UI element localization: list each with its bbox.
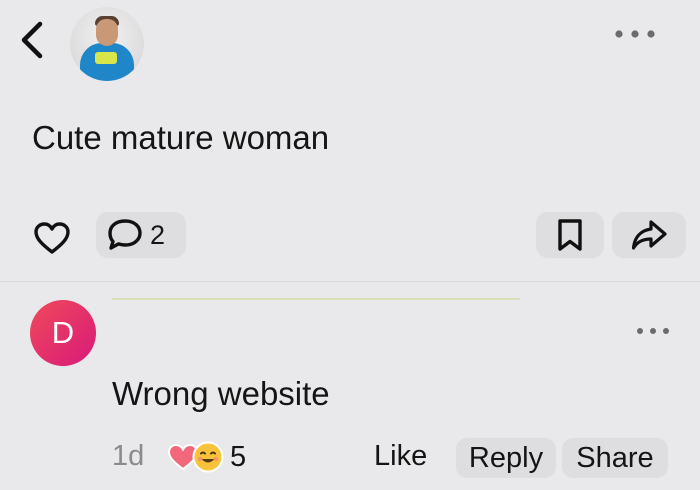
like-post-button[interactable] [32,218,72,258]
smile-emoji-icon [192,441,224,473]
section-divider [0,281,700,282]
more-horizontal-icon [615,30,655,38]
reaction-summary[interactable]: 5 [166,438,246,476]
commenter-avatar[interactable]: D [30,300,96,366]
post-text: Cute mature woman [32,119,330,156]
comment-more-button[interactable] [628,318,678,344]
heart-outline-icon [34,222,70,254]
chevron-left-icon [21,21,43,59]
reaction-count: 5 [230,440,247,473]
comment-timestamp: 1d [112,440,145,472]
share-post-button[interactable] [612,212,686,258]
more-horizontal-icon [637,328,669,334]
like-comment-button[interactable]: Like [374,440,427,473]
comment-text: Wrong website [112,375,330,412]
share-comment-button[interactable]: Share [562,438,668,478]
avatar-letter: D [51,315,75,350]
comment-thread-line [112,298,520,300]
bookmark-button[interactable] [536,212,604,258]
comment-button[interactable]: 2 [96,212,186,258]
comment-count: 2 [150,219,166,250]
post-more-button[interactable] [610,20,660,48]
reply-button[interactable]: Reply [456,438,556,478]
bookmark-icon [558,219,582,251]
speech-bubble-icon [106,217,144,253]
back-button[interactable] [12,18,52,62]
share-arrow-icon [631,220,667,250]
poster-avatar[interactable] [70,7,144,81]
